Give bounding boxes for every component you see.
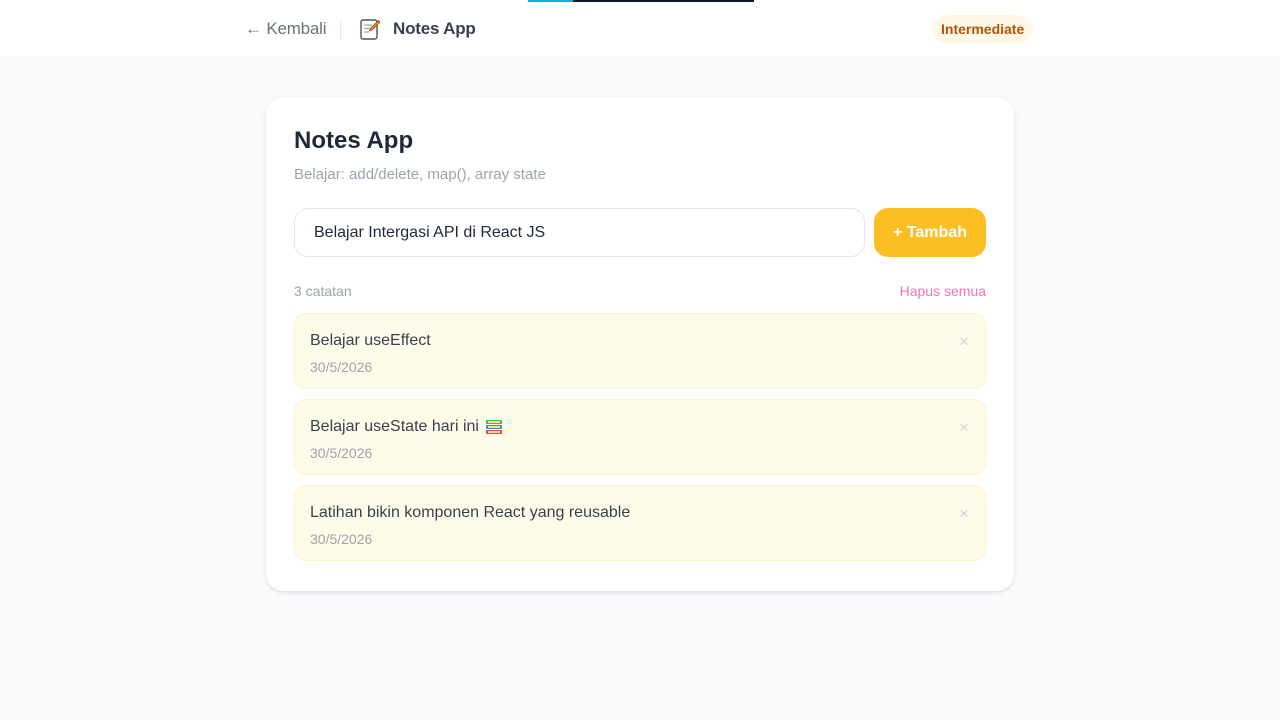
header-divider — [340, 20, 341, 40]
notes-card: Notes App Belajar: add/delete, map(), ar… — [266, 97, 1014, 591]
note-input[interactable] — [294, 208, 865, 257]
note-item: Latihan bikin komponen React yang reusab… — [294, 485, 986, 561]
note-text: Belajar useState hari ini — [310, 418, 479, 435]
progress-track — [528, 0, 754, 2]
clear-all-link[interactable]: Hapus semua — [900, 283, 986, 299]
delete-icon[interactable]: × — [959, 418, 969, 438]
delete-icon[interactable]: × — [959, 504, 969, 524]
notes-count: 3 catatan — [294, 283, 352, 299]
app-title: Notes App — [393, 19, 476, 38]
back-link[interactable]: ← Kembali — [245, 19, 327, 39]
app-title-group: Notes App — [358, 17, 476, 41]
top-bar: ← Kembali Notes App Intermediate — [0, 0, 1280, 56]
card-subtitle: Belajar: add/delete, map(), array state — [294, 166, 546, 183]
level-badge: Intermediate — [932, 15, 1034, 43]
note-text-row: Belajar useState hari ini — [310, 418, 503, 436]
note-item: Belajar useState hari ini 30/5/2026 × — [294, 399, 986, 475]
books-icon — [485, 420, 502, 434]
note-text-row: Latihan bikin komponen React yang reusab… — [310, 504, 630, 522]
delete-icon[interactable]: × — [959, 332, 969, 352]
note-date: 30/5/2026 — [310, 359, 373, 375]
note-item: Belajar useEffect 30/5/2026 × — [294, 313, 986, 389]
note-text: Latihan bikin komponen React yang reusab… — [310, 504, 631, 521]
notes-list: Belajar useEffect 30/5/2026 × Belajar us… — [294, 313, 986, 561]
note-text: Belajar useEffect — [310, 332, 431, 349]
memo-icon — [360, 19, 381, 40]
progress-fill — [528, 0, 574, 2]
note-date: 30/5/2026 — [310, 531, 373, 547]
note-date: 30/5/2026 — [310, 445, 373, 461]
add-button[interactable]: + Tambah — [874, 208, 986, 257]
note-text-row: Belajar useEffect — [310, 332, 431, 350]
card-title: Notes App — [294, 127, 414, 154]
